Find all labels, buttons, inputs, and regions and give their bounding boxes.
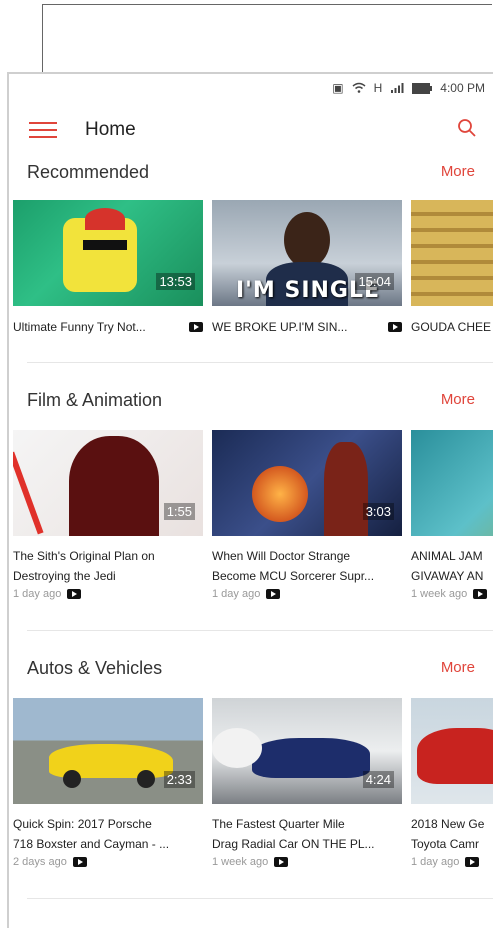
phone-screen: ▣ H 4:00 PM Home Recommended More 13:53 …: [7, 72, 493, 928]
network-type-label: H: [373, 81, 383, 95]
video-duration: 1:55: [163, 503, 195, 520]
video-card[interactable]: 2018 New Ge Toyota Camr 1 day ago: [411, 698, 493, 868]
video-age: 1 week ago: [411, 588, 468, 600]
youtube-icon: [388, 322, 402, 332]
battery-icon: [412, 82, 433, 94]
video-caption: The Fastest Quarter Mile Drag Radial Car…: [212, 814, 402, 854]
wifi-icon: [352, 82, 366, 93]
youtube-icon: [189, 322, 203, 332]
video-card[interactable]: GOUDA CHEE: [411, 200, 493, 334]
nfc-icon: ▣: [332, 81, 344, 95]
video-card[interactable]: 3:03 When Will Doctor Strange Become MCU…: [212, 430, 402, 600]
video-age: 2 days ago: [13, 856, 67, 868]
video-title-line1: ANIMAL JAM: [411, 549, 483, 563]
menu-line: [29, 129, 57, 131]
video-age: 1 day ago: [212, 588, 261, 600]
youtube-icon: [266, 589, 281, 599]
video-caption: ANIMAL JAM GIVAWAY AN: [411, 546, 493, 586]
video-title-line2: Destroying the Jedi: [13, 569, 116, 583]
video-duration: 2:33: [163, 771, 195, 788]
status-time: 4:00 PM: [440, 81, 485, 95]
signal-icon: [391, 83, 404, 93]
video-row: 13:53 Ultimate Funny Try Not... I'M SING…: [13, 200, 493, 334]
section-film-animation: Film & Animation More 1:55 The Sith's Or…: [9, 388, 493, 638]
section-recommended: Recommended More 13:53 Ultimate Funny Tr…: [9, 158, 493, 378]
youtube-icon: [274, 857, 289, 867]
page-title: Home: [85, 119, 136, 140]
section-divider: [27, 630, 493, 631]
video-thumbnail[interactable]: 13:53: [13, 200, 203, 306]
video-caption: When Will Doctor Strange Become MCU Sorc…: [212, 546, 402, 586]
video-thumbnail[interactable]: [411, 200, 493, 306]
video-card[interactable]: 1:55 The Sith's Original Plan on Destroy…: [13, 430, 203, 600]
app-bar: Home: [9, 102, 493, 158]
callout-line-top: [42, 4, 492, 5]
youtube-icon: [67, 589, 82, 599]
menu-line: [29, 136, 57, 138]
video-thumbnail[interactable]: 2:33: [13, 698, 203, 804]
section-divider: [27, 898, 493, 899]
section-title: Film & Animation: [27, 390, 163, 410]
video-row: 1:55 The Sith's Original Plan on Destroy…: [13, 430, 493, 600]
video-thumbnail[interactable]: I'M SINGLE 15:04: [212, 200, 402, 306]
video-card[interactable]: ANIMAL JAM GIVAWAY AN 1 week ago: [411, 430, 493, 600]
video-title-line1: Quick Spin: 2017 Porsche: [13, 817, 152, 831]
more-link[interactable]: More: [441, 659, 475, 676]
video-age: 1 day ago: [411, 856, 460, 868]
section-autos-vehicles: Autos & Vehicles More 2:33 Quick Spin: 2…: [9, 656, 493, 906]
video-duration: 13:53: [156, 273, 195, 290]
more-link[interactable]: More: [441, 163, 475, 180]
video-thumbnail[interactable]: 3:03: [212, 430, 402, 536]
video-thumbnail[interactable]: 1:55: [13, 430, 203, 536]
youtube-icon: [72, 857, 87, 867]
video-caption: GOUDA CHEE: [411, 320, 493, 334]
video-row: 2:33 Quick Spin: 2017 Porsche 718 Boxste…: [13, 698, 493, 868]
search-icon[interactable]: [457, 118, 477, 138]
video-title-line1: The Sith's Original Plan on: [13, 549, 155, 563]
video-thumbnail[interactable]: [411, 430, 493, 536]
video-duration: 3:03: [362, 503, 394, 520]
video-caption: Quick Spin: 2017 Porsche 718 Boxster and…: [13, 814, 203, 854]
video-thumbnail[interactable]: 4:24: [212, 698, 402, 804]
video-title-line1: 2018 New Ge: [411, 817, 485, 831]
video-title-line2: Become MCU Sorcerer Supr...: [212, 569, 375, 583]
status-bar: ▣ H 4:00 PM: [9, 74, 493, 102]
hamburger-menu-button[interactable]: [29, 118, 57, 142]
video-title: WE BROKE UP.I'M SIN...: [212, 320, 348, 334]
video-meta: 1 day ago: [13, 588, 203, 600]
video-card[interactable]: 2:33 Quick Spin: 2017 Porsche 718 Boxste…: [13, 698, 203, 868]
menu-line: [29, 122, 57, 124]
video-title-line2: 718 Boxster and Cayman - ...: [13, 837, 170, 851]
video-meta: 2 days ago: [13, 856, 203, 868]
section-title: Autos & Vehicles: [27, 658, 163, 678]
video-meta: 1 day ago: [212, 588, 402, 600]
more-link[interactable]: More: [441, 391, 475, 408]
video-title: GOUDA CHEE: [411, 320, 492, 334]
video-age: 1 week ago: [212, 856, 269, 868]
video-meta: 1 week ago: [212, 856, 402, 868]
video-thumbnail[interactable]: [411, 698, 493, 804]
video-title-line1: The Fastest Quarter Mile: [212, 817, 345, 831]
video-caption: The Sith's Original Plan on Destroying t…: [13, 546, 203, 586]
video-age: 1 day ago: [13, 588, 62, 600]
video-card[interactable]: I'M SINGLE 15:04 WE BROKE UP.I'M SIN...: [212, 200, 402, 334]
video-caption: Ultimate Funny Try Not...: [13, 320, 203, 334]
section-divider: [27, 362, 493, 363]
video-meta: 1 day ago: [411, 856, 493, 868]
video-duration: 4:24: [362, 771, 394, 788]
video-duration: 15:04: [355, 273, 394, 290]
video-title: Ultimate Funny Try Not...: [13, 320, 146, 334]
video-title-line2: Drag Radial Car ON THE PL...: [212, 837, 375, 851]
video-caption: WE BROKE UP.I'M SIN...: [212, 320, 402, 334]
video-title-line2: GIVAWAY AN: [411, 569, 484, 583]
video-card[interactable]: 13:53 Ultimate Funny Try Not...: [13, 200, 203, 334]
video-meta: 1 week ago: [411, 588, 493, 600]
video-title-line2: Toyota Camr: [411, 837, 480, 851]
video-card[interactable]: 4:24 The Fastest Quarter Mile Drag Radia…: [212, 698, 402, 868]
video-title-line1: When Will Doctor Strange: [212, 549, 351, 563]
video-caption: 2018 New Ge Toyota Camr: [411, 814, 493, 854]
section-title: Recommended: [27, 162, 150, 182]
youtube-icon: [473, 589, 488, 599]
youtube-icon: [465, 857, 480, 867]
